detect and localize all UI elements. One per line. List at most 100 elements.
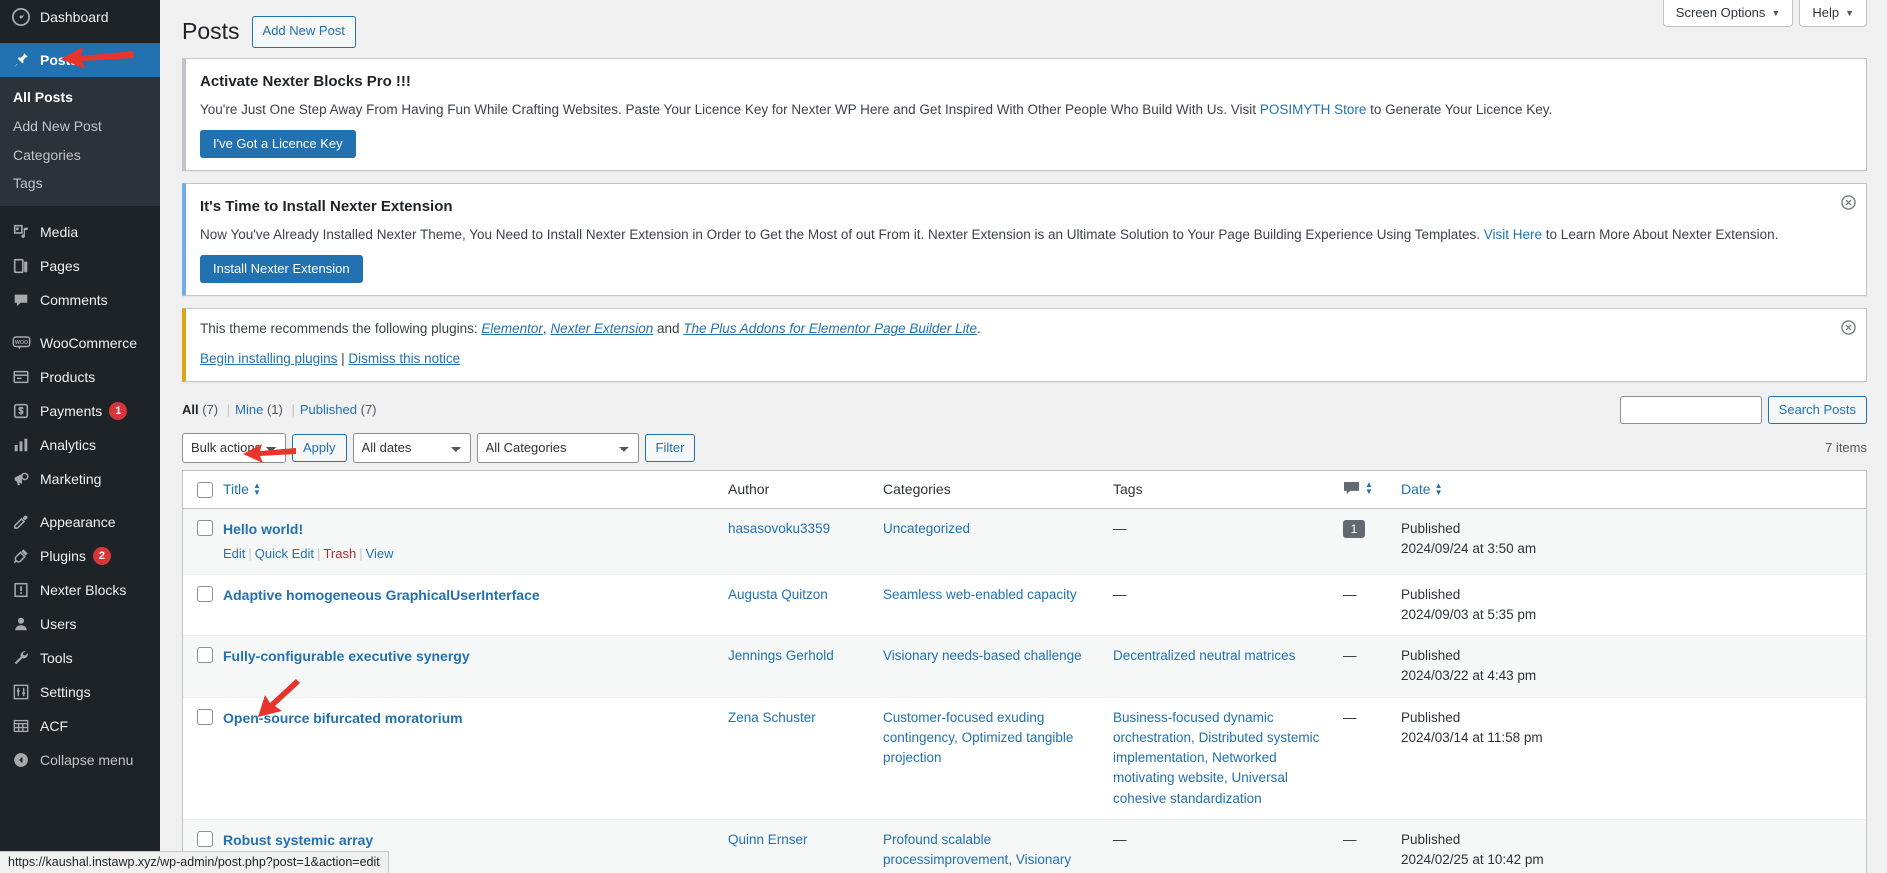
sidebar-item-woocommerce[interactable]: WOO WooCommerce — [0, 326, 160, 360]
sidebar-item-comments[interactable]: Comments — [0, 283, 160, 317]
row-author-cell: Augusta Quitzon — [728, 573, 883, 636]
table-header-row: Title ▲ ▼ Author Categories Tags ▲ ▼ Dat… — [183, 471, 1866, 509]
filter-button[interactable]: Filter — [644, 433, 696, 462]
sidebar-item-payments[interactable]: Payments 1 — [0, 394, 160, 428]
sidebar-badge-plugins: 2 — [92, 547, 111, 566]
post-date: 2024/09/03 at 5:35 pm — [1401, 606, 1537, 622]
submenu-item-all-posts[interactable]: All Posts — [0, 83, 160, 112]
sidebar-item-analytics[interactable]: Analytics — [0, 428, 160, 462]
sidebar-item-settings[interactable]: Settings — [0, 675, 160, 709]
post-title-link[interactable]: Fully-configurable executive synergy — [223, 648, 470, 664]
column-header-tags: Tags — [1113, 471, 1343, 509]
select-all-checkbox[interactable] — [197, 481, 213, 498]
view-link[interactable]: View — [366, 546, 394, 561]
quick-edit-link[interactable]: Quick Edit — [255, 546, 314, 561]
collapse-menu-button[interactable]: Collapse menu — [0, 743, 160, 777]
category-link[interactable]: Seamless web-enabled capacity — [883, 587, 1077, 602]
author-link[interactable]: Zena Schuster — [728, 710, 816, 725]
table-row: Hello world! Edit | Quick Edit | Trash | View … — [183, 508, 1866, 574]
tag-link[interactable]: Decentralized neutral matrices — [1113, 648, 1295, 663]
search-posts-button[interactable]: Search Posts — [1767, 395, 1867, 424]
install-nexter-extension-button[interactable]: Install Nexter Extension — [200, 255, 363, 284]
plugin-link-the-plus-addons[interactable]: The Plus Addons for Elementor Page Build… — [683, 321, 977, 336]
dismiss-this-notice-link[interactable]: Dismiss this notice — [348, 351, 460, 366]
add-new-post-button[interactable]: Add New Post — [251, 16, 356, 48]
page-wrap: Posts Add New Post Activate Nexter Block… — [160, 0, 1887, 873]
post-title-link[interactable]: Open-source bifurcated moratorium — [223, 710, 463, 726]
apply-button[interactable]: Apply — [292, 433, 347, 462]
visit-here-link[interactable]: Visit Here — [1484, 227, 1542, 242]
row-select-cell — [183, 635, 223, 697]
chevron-down-icon: ▼ — [1845, 7, 1854, 18]
search-input[interactable] — [1619, 395, 1762, 424]
submenu-item-categories[interactable]: Categories — [0, 141, 160, 170]
list-table-top: All (7) | Mine (1) | Published (7) Searc… — [182, 395, 1867, 424]
row-comments-cell: — — [1343, 573, 1401, 636]
sidebar-item-pages[interactable]: Pages — [0, 249, 160, 283]
tablenav-actions: Bulk actions Apply All dates All Categor… — [182, 432, 696, 463]
tag-link[interactable]: cohesive standardization — [1113, 791, 1262, 806]
dashboard-icon — [10, 7, 32, 27]
trash-link[interactable]: Trash — [323, 546, 356, 561]
submenu-item-add-new-post[interactable]: Add New Post — [0, 112, 160, 141]
row-checkbox[interactable] — [197, 585, 213, 602]
got-licence-key-button[interactable]: I've Got a Licence Key — [200, 130, 356, 159]
conjunction: and — [653, 321, 684, 337]
category-link[interactable]: Visionary needs-based challenge — [883, 648, 1082, 663]
menu-separator — [0, 34, 160, 43]
sidebar-item-products[interactable]: Products — [0, 360, 160, 394]
row-checkbox[interactable] — [197, 647, 213, 664]
row-checkbox[interactable] — [197, 519, 213, 536]
category-link[interactable]: Uncategorized — [883, 521, 970, 536]
screen-options-button[interactable]: Screen Options ▼ — [1662, 0, 1794, 27]
author-link[interactable]: hasasovoku3359 — [728, 521, 830, 536]
post-title-link[interactable]: Robust systemic array — [223, 832, 373, 848]
sidebar-item-tools[interactable]: Tools — [0, 641, 160, 675]
sidebar-item-nexter-blocks[interactable]: Nexter Blocks — [0, 573, 160, 607]
category-link[interactable]: Profound scalable processimprovement, — [883, 832, 1012, 867]
sidebar-item-users[interactable]: Users — [0, 607, 160, 641]
sidebar-item-marketing[interactable]: Marketing — [0, 462, 160, 496]
row-checkbox[interactable] — [197, 708, 213, 725]
screen-options-label: Screen Options — [1675, 5, 1766, 20]
sort-by-comments[interactable]: ▲ ▼ — [1343, 481, 1373, 496]
view-published-link[interactable]: Published — [300, 402, 357, 417]
row-title-cell: Fully-configurable executive synergy — [223, 635, 728, 697]
post-title-link[interactable]: Adaptive homogeneous GraphicalUserInterf… — [223, 587, 540, 603]
column-header-title-label: Title — [223, 481, 249, 498]
author-link[interactable]: Quinn Ernser — [728, 832, 808, 847]
author-link[interactable]: Augusta Quitzon — [728, 587, 828, 602]
sidebar-item-label: Marketing — [40, 471, 102, 488]
plugin-link-nexter-extension[interactable]: Nexter Extension — [550, 321, 653, 336]
bulk-actions-select[interactable]: Bulk actions — [182, 432, 286, 463]
plugin-link-elementor[interactable]: Elementor — [481, 321, 543, 336]
sidebar-item-posts[interactable]: Posts — [0, 43, 160, 77]
sidebar-badge-payments: 1 — [109, 402, 128, 421]
sidebar-item-appearance[interactable]: Appearance — [0, 505, 160, 539]
row-categories-cell: Customer-focused exuding contingency, Op… — [883, 696, 1113, 819]
close-icon[interactable] — [1838, 192, 1858, 212]
post-title-link[interactable]: Hello world! — [223, 521, 303, 537]
filter-by-category-select[interactable]: All Categories — [476, 432, 639, 463]
author-link[interactable]: Jennings Gerhold — [728, 648, 834, 663]
sidebar-item-plugins[interactable]: Plugins 2 — [0, 539, 160, 573]
view-published: Published (7) — [300, 402, 377, 417]
row-checkbox[interactable] — [197, 830, 213, 847]
sort-by-title[interactable]: Title ▲ ▼ — [223, 481, 261, 497]
post-status: Published — [1401, 520, 1461, 536]
filter-by-date-select[interactable]: All dates — [352, 432, 471, 463]
begin-installing-plugins-link[interactable]: Begin installing plugins — [200, 351, 337, 366]
close-icon[interactable] — [1838, 317, 1858, 337]
comment-count-badge[interactable]: 1 — [1343, 519, 1365, 538]
sidebar-item-acf[interactable]: ACF — [0, 709, 160, 743]
help-button[interactable]: Help ▼ — [1799, 0, 1867, 27]
sort-by-date[interactable]: Date ▲ ▼ — [1401, 481, 1443, 497]
sidebar-item-dashboard[interactable]: Dashboard — [0, 0, 160, 34]
submenu-item-tags[interactable]: Tags — [0, 169, 160, 198]
posimyth-store-link[interactable]: POSIMYTH Store — [1260, 102, 1367, 117]
post-status: Published — [1401, 586, 1461, 602]
edit-link[interactable]: Edit — [223, 546, 245, 561]
sidebar-item-media[interactable]: Media — [0, 215, 160, 249]
view-mine-link[interactable]: Mine — [235, 402, 263, 417]
view-all-link[interactable]: All — [182, 402, 199, 417]
